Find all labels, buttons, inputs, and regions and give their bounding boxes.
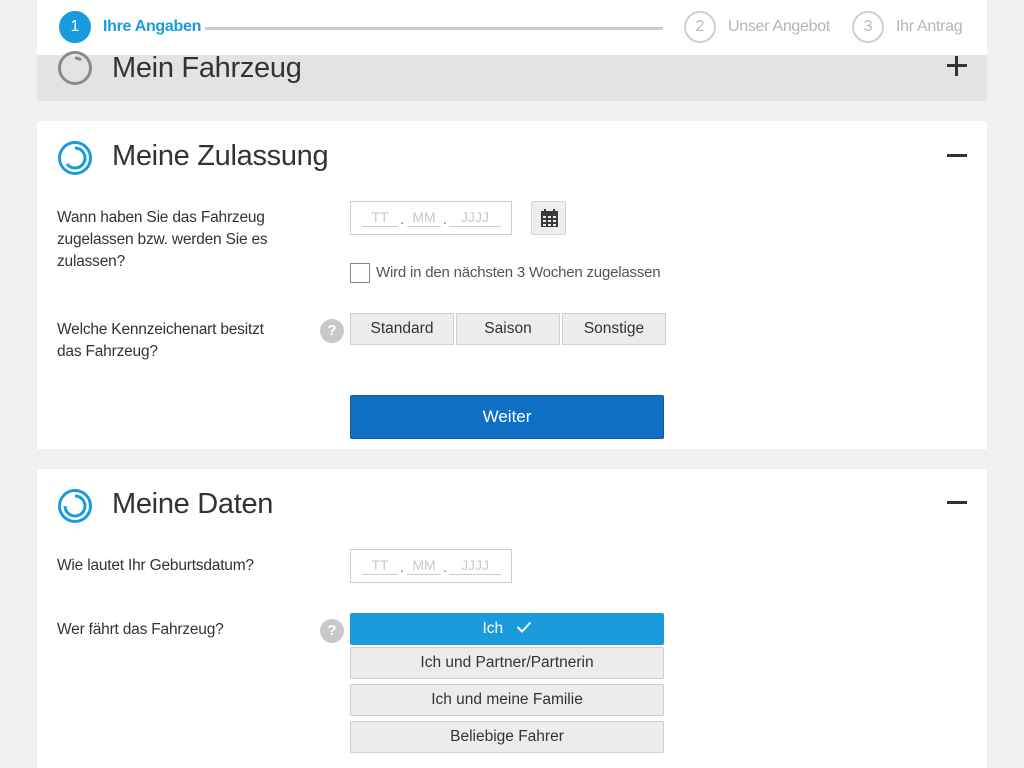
date-separator: .: [443, 559, 447, 575]
section-title: Meine Daten: [112, 488, 274, 520]
month-placeholder[interactable]: MM: [407, 557, 441, 575]
section-mein-fahrzeug[interactable]: Mein Fahrzeug: [37, 51, 987, 101]
plate-option-sonstige[interactable]: Sonstige: [562, 313, 666, 345]
month-placeholder[interactable]: MM: [407, 209, 441, 227]
driver-option-ich[interactable]: Ich: [350, 613, 664, 645]
progress-ring-icon: [58, 141, 92, 175]
expand-plus-icon[interactable]: [945, 54, 969, 78]
step-2-number: 2: [684, 11, 716, 43]
checkbox-label[interactable]: Wird in den nächsten 3 Wochen zugelassen: [376, 264, 661, 281]
collapse-minus-icon[interactable]: [945, 491, 969, 515]
step-3-label: Ihr Antrag: [896, 18, 963, 35]
step-1-number: 1: [59, 11, 91, 43]
help-icon[interactable]: ?: [320, 619, 344, 643]
section-title: Mein Fahrzeug: [112, 52, 302, 84]
calendar-icon: [541, 209, 558, 227]
driver-option-beliebige[interactable]: Beliebige Fahrer: [350, 721, 664, 753]
step-progress-line: [205, 27, 663, 30]
step-2-label: Unser Angebot: [728, 18, 830, 35]
help-icon[interactable]: ?: [320, 319, 344, 343]
driver-question: Wer fährt das Fahrzeug?: [57, 621, 224, 638]
section-meine-zulassung: Meine Zulassung Wann haben Sie das Fahrz…: [37, 121, 987, 449]
plate-option-saison[interactable]: Saison: [456, 313, 560, 345]
year-placeholder[interactable]: JJJJ: [449, 557, 501, 575]
progress-ring-icon: [58, 51, 92, 85]
progress-ring-icon: [58, 489, 92, 523]
driver-option-partner[interactable]: Ich und Partner/Partnerin: [350, 647, 664, 679]
birthdate-question: Wie lautet Ihr Geburtsdatum?: [57, 557, 254, 574]
date-separator: .: [400, 211, 404, 227]
driver-option-label: Ich: [482, 620, 504, 637]
section-meine-daten: Meine Daten Wie lautet Ihr Geburtsdatum?…: [37, 469, 987, 768]
section-title: Meine Zulassung: [112, 140, 329, 172]
calendar-button[interactable]: [531, 201, 566, 235]
day-placeholder[interactable]: TT: [362, 209, 398, 227]
step-3-number: 3: [852, 11, 884, 43]
progress-stepper: 1 Ihre Angaben 2 Unser Angebot 3 Ihr Ant…: [37, 0, 987, 55]
day-placeholder[interactable]: TT: [362, 557, 398, 575]
registration-date-question: Wann haben Sie das Fahrzeug zugelassen b…: [57, 209, 268, 270]
year-placeholder[interactable]: JJJJ: [449, 209, 501, 227]
plate-type-question: Welche Kennzeichenart besitzt das Fahrze…: [57, 321, 264, 360]
step-1-label: Ihre Angaben: [103, 18, 202, 35]
registration-3-weeks-checkbox[interactable]: [350, 263, 370, 283]
collapse-minus-icon[interactable]: [945, 144, 969, 168]
birthdate-input[interactable]: TT . MM . JJJJ: [350, 549, 512, 583]
continue-button[interactable]: Weiter: [350, 395, 664, 439]
registration-date-input[interactable]: TT . MM . JJJJ: [350, 201, 512, 235]
date-separator: .: [400, 559, 404, 575]
driver-option-familie[interactable]: Ich und meine Familie: [350, 684, 664, 716]
checkmark-icon: [516, 622, 531, 634]
date-separator: .: [443, 211, 447, 227]
plate-option-standard[interactable]: Standard: [350, 313, 454, 345]
